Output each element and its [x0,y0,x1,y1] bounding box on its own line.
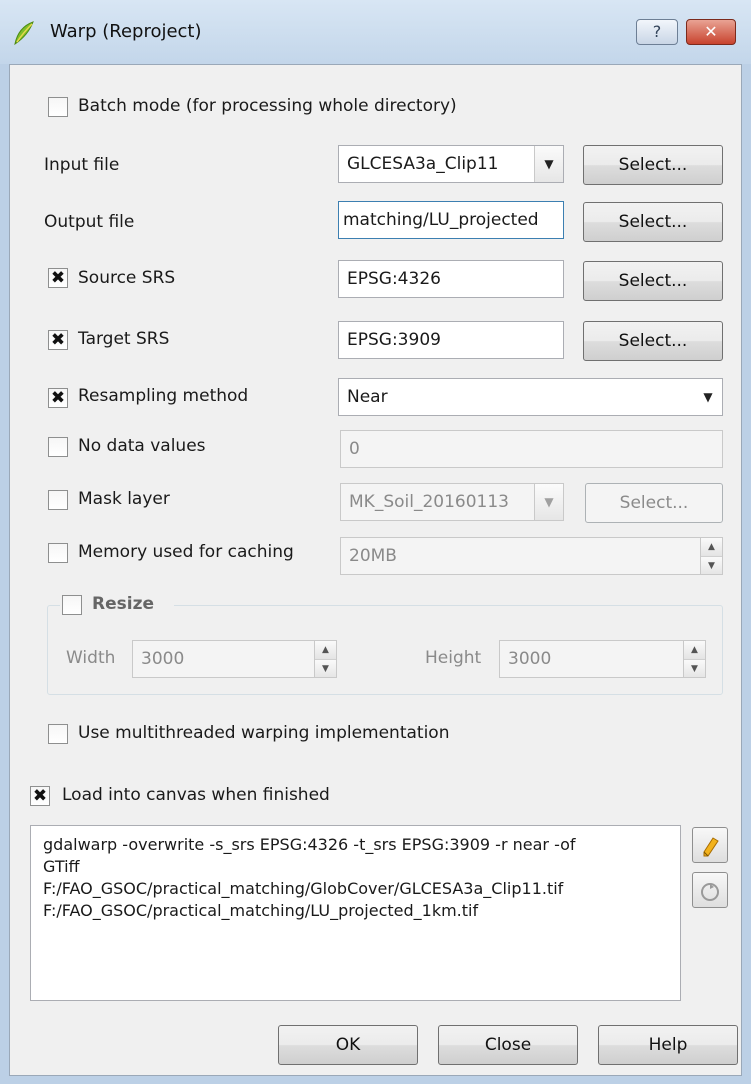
target-srs-input[interactable]: EPSG:3909 [338,321,564,359]
pencil-icon [699,833,721,857]
memory-value: 20MB [349,546,397,566]
dialog-window: Warp (Reproject) ? ✕ Batch mode (for pro… [0,0,751,1084]
input-file-label: Input file [44,155,120,175]
mask-layer-combo[interactable]: MK_Soil_20160113 ▼ [340,483,564,521]
command-line: gdalwarp -overwrite -s_srs EPSG:4326 -t_… [43,835,576,854]
input-file-combo[interactable]: GLCESA3a_Clip11 ▼ [338,145,564,183]
title-close-button[interactable]: ✕ [686,19,736,45]
title-bar: Warp (Reproject) ? ✕ [0,0,751,64]
resize-width-spinbox[interactable]: 3000 ▲ ▼ [132,640,337,678]
target-srs-select-button[interactable]: Select... [583,321,723,361]
source-srs-checkbox[interactable]: ✖ [48,268,68,288]
resampling-checkbox[interactable]: ✖ [48,388,68,408]
help-button[interactable]: Help [598,1025,738,1065]
window-title: Warp (Reproject) [50,21,202,42]
load-canvas-label: Load into canvas when finished [62,785,330,805]
reset-icon [699,878,721,902]
memory-label: Memory used for caching [78,542,294,562]
resize-height-label: Height [425,648,482,668]
edit-command-button[interactable] [692,827,728,863]
multithreaded-checkbox[interactable] [48,724,68,744]
source-srs-label: Source SRS [78,268,176,288]
resize-height-value: 3000 [508,649,552,669]
spin-arrows-icon[interactable]: ▲ ▼ [314,641,336,677]
reset-command-button[interactable] [692,872,728,908]
target-srs-checkbox[interactable]: ✖ [48,330,68,350]
close-button[interactable]: Close [438,1025,578,1065]
mask-layer-label: Mask layer [78,489,170,509]
no-data-checkbox[interactable] [48,437,68,457]
resampling-select[interactable]: Near ▼ [338,378,723,416]
source-srs-input[interactable]: EPSG:4326 [338,260,564,298]
output-file-select-button[interactable]: Select... [583,202,723,242]
resampling-label: Resampling method [78,386,249,406]
resize-height-spinbox[interactable]: 3000 ▲ ▼ [499,640,706,678]
mask-layer-value: MK_Soil_20160113 [349,492,509,512]
resize-checkbox[interactable] [62,595,82,615]
dialog-body: Batch mode (for processing whole directo… [9,64,742,1076]
command-line: F:/FAO_GSOC/practical_matching/LU_projec… [43,901,479,920]
command-line: GTiff [43,857,80,876]
mask-layer-checkbox[interactable] [48,490,68,510]
resize-label: Resize [92,594,154,614]
qgis-icon [12,20,36,46]
input-file-select-button[interactable]: Select... [583,145,723,185]
command-text-area[interactable]: gdalwarp -overwrite -s_srs EPSG:4326 -t_… [30,825,681,1001]
spin-arrows-icon[interactable]: ▲ ▼ [683,641,705,677]
spin-arrows-icon[interactable]: ▲ ▼ [700,538,722,574]
ok-button[interactable]: OK [278,1025,418,1065]
resize-width-value: 3000 [141,649,185,669]
chevron-down-icon[interactable]: ▼ [694,379,722,415]
resize-width-label: Width [66,648,116,668]
input-file-value: GLCESA3a_Clip11 [347,154,499,174]
memory-checkbox[interactable] [48,543,68,563]
no-data-input[interactable]: 0 [340,430,723,468]
batch-mode-label: Batch mode (for processing whole directo… [78,96,457,116]
resampling-value: Near [347,387,388,407]
target-srs-label: Target SRS [78,329,170,349]
chevron-down-icon[interactable]: ▼ [534,484,563,520]
batch-mode-checkbox[interactable] [48,97,68,117]
output-file-label: Output file [44,212,135,232]
multithreaded-label: Use multithreaded warping implementation [78,723,450,743]
chevron-down-icon[interactable]: ▼ [534,146,563,182]
memory-spinbox[interactable]: 20MB ▲ ▼ [340,537,723,575]
title-help-button[interactable]: ? [636,19,678,45]
no-data-label: No data values [78,436,206,456]
command-line: F:/FAO_GSOC/practical_matching/GlobCover… [43,879,564,898]
mask-layer-select-button[interactable]: Select... [585,483,723,523]
source-srs-select-button[interactable]: Select... [583,261,723,301]
load-canvas-checkbox[interactable]: ✖ [30,786,50,806]
output-file-input[interactable]: matching/LU_projected [338,201,564,239]
